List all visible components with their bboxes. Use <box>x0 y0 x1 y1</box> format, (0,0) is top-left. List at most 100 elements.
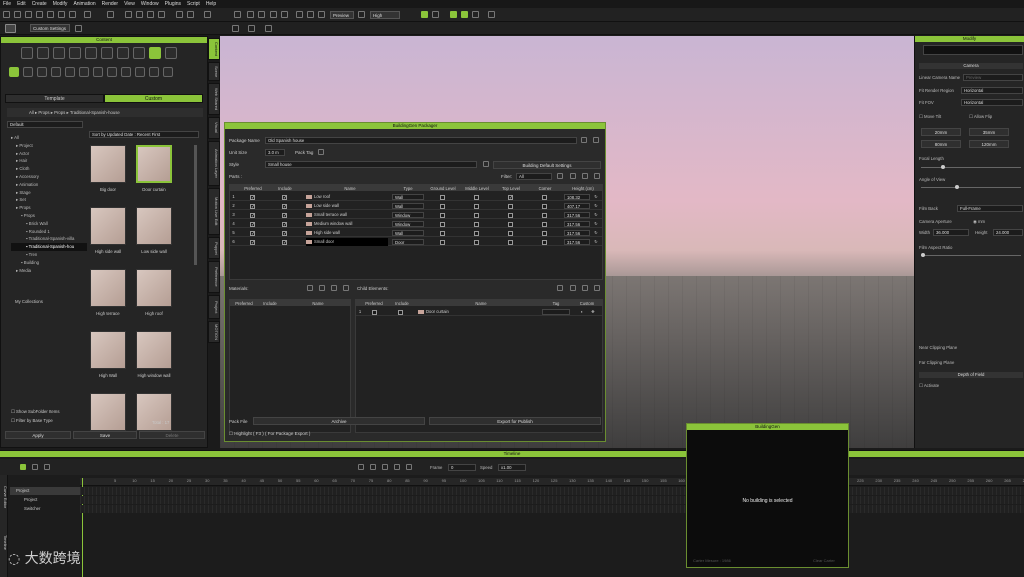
prev-frame-icon[interactable] <box>382 464 388 470</box>
menu-view[interactable]: View <box>124 1 135 7</box>
loop-icon[interactable] <box>406 464 412 470</box>
parts-filter-select[interactable]: All <box>516 173 552 180</box>
track-project-header[interactable]: Project <box>10 487 80 495</box>
building-icon[interactable] <box>9 67 19 77</box>
tree-item[interactable]: ▸ Hair <box>11 157 87 165</box>
save-button[interactable]: Save <box>73 431 137 439</box>
top-checkbox[interactable] <box>508 194 513 202</box>
curve-editor-tab[interactable]: Curve Editor <box>0 477 8 517</box>
style-select[interactable]: Small house <box>265 161 477 168</box>
corner-checkbox[interactable] <box>542 213 547 218</box>
timeline-ruler[interactable]: 5 10 15 20 25 30 35 40 45 50 55 60 65 70 75 80 85 90 95 100… <box>80 478 1024 486</box>
middle-checkbox[interactable] <box>474 213 479 218</box>
zoom-icon[interactable] <box>187 11 194 18</box>
fx-icon[interactable] <box>296 11 303 18</box>
sky-icon[interactable] <box>318 11 325 18</box>
part-type-select[interactable]: Wall <box>392 230 424 236</box>
include-checkbox[interactable] <box>282 230 287 238</box>
lens-120mm-button[interactable]: 120mm <box>969 140 1009 148</box>
tree-item[interactable]: ▸ Media <box>11 267 87 275</box>
tree-item[interactable]: ▪ Tren <box>11 251 87 259</box>
top-checkbox[interactable] <box>508 231 513 236</box>
grid-icon[interactable] <box>234 11 241 18</box>
sub-e-icon[interactable] <box>93 67 103 77</box>
tree-item[interactable]: ▸ Props <box>11 204 87 212</box>
props-icon[interactable] <box>149 47 161 59</box>
fit-fov-select[interactable]: Horizontal <box>961 99 1023 106</box>
camera-icon[interactable] <box>176 11 183 18</box>
part-type-select[interactable]: Wall <box>392 194 424 200</box>
tree-item[interactable]: ▸ Cloth <box>11 165 87 173</box>
include-checkbox[interactable] <box>282 221 287 229</box>
sub-d-icon[interactable] <box>79 67 89 77</box>
ground-checkbox[interactable] <box>440 213 445 218</box>
avatar-icon[interactable] <box>53 47 65 59</box>
fit-region-select[interactable]: Horizontal <box>961 87 1023 94</box>
parts-row[interactable]: 6 Small door Door 317.56↻ <box>230 238 602 247</box>
pivot-icon[interactable] <box>265 25 272 32</box>
sub-g-icon[interactable] <box>121 67 131 77</box>
package-name-input[interactable]: Old Spanish house <box>265 137 577 144</box>
tag-icon[interactable] <box>318 149 324 155</box>
export-for-publish-button[interactable]: Export for Publish <box>429 417 601 425</box>
clip-icon[interactable] <box>44 464 50 470</box>
tree-item[interactable]: ▸ Actor <box>11 150 87 158</box>
building-default-settings-button[interactable]: Building Default Settings <box>493 161 601 169</box>
content-thumbnail[interactable] <box>90 393 126 431</box>
export-icon[interactable] <box>47 11 54 18</box>
top-checkbox[interactable] <box>508 213 513 218</box>
realtime-icon[interactable] <box>432 11 439 18</box>
filter-select[interactable]: Default <box>7 121 83 128</box>
mat-delete-icon[interactable] <box>343 285 349 291</box>
film-back-select[interactable]: Full-Frame <box>957 205 1023 212</box>
middle-checkbox[interactable] <box>474 240 479 245</box>
menu-help[interactable]: Help <box>206 1 216 7</box>
track-switcher[interactable]: Switcher <box>10 505 80 513</box>
angle-of-view-slider[interactable] <box>921 185 1021 189</box>
settings-icon[interactable] <box>472 11 479 18</box>
child-tag-select[interactable] <box>542 309 570 315</box>
gi-icon[interactable] <box>450 11 457 18</box>
part-height-input[interactable]: 108.32 <box>564 194 590 200</box>
filter-base-checkbox[interactable]: ☐ Filter by Base Type <box>11 418 53 424</box>
menu-render[interactable]: Render <box>102 1 118 7</box>
tree-item[interactable]: ▪ Traditional-Spanish-hou <box>11 243 87 251</box>
part-height-input[interactable]: 317.56 <box>564 230 590 236</box>
copy-part-icon[interactable] <box>557 173 563 179</box>
snap-icon[interactable] <box>248 25 255 32</box>
child-duplicate-icon[interactable] <box>570 285 576 291</box>
timeline-toggle-icon[interactable] <box>20 464 26 470</box>
apply-button[interactable]: Apply <box>5 431 71 439</box>
tree-item[interactable]: ▪ Brick Wall <box>11 220 87 228</box>
shadow-icon[interactable] <box>258 11 265 18</box>
activate-checkbox[interactable]: ☐ Activate <box>919 383 939 389</box>
tab-template[interactable]: Template <box>5 94 104 103</box>
display-icon[interactable] <box>204 11 211 18</box>
middle-checkbox[interactable] <box>474 204 479 209</box>
part-type-select[interactable]: Window <box>392 221 424 227</box>
workspace-select[interactable]: Custom Settings <box>30 24 70 32</box>
set-icon[interactable] <box>133 47 145 59</box>
align-icon[interactable] <box>232 25 239 32</box>
include-checkbox[interactable] <box>282 239 287 247</box>
tab-custom[interactable]: Custom <box>104 94 203 103</box>
wireframe-icon[interactable] <box>270 11 277 18</box>
child-add-icon[interactable] <box>582 285 588 291</box>
include-checkbox[interactable] <box>282 194 287 202</box>
part-height-input[interactable]: 317.56 <box>564 239 590 245</box>
middle-checkbox[interactable] <box>474 222 479 227</box>
focal-length-knob[interactable] <box>941 165 945 169</box>
child-move-icon[interactable]: ✥ <box>589 308 597 316</box>
side-tab[interactable]: Project <box>208 294 220 319</box>
content-thumbnail[interactable] <box>136 331 172 369</box>
parts-row[interactable]: 2 Low side wall Wall 407.17↻ <box>230 202 602 211</box>
open-icon[interactable] <box>14 11 21 18</box>
breadcrumb-folder[interactable]: Traditional-Spanish-house <box>70 110 120 115</box>
corner-checkbox[interactable] <box>542 240 547 245</box>
sort-select[interactable]: Sort by Updated Date : Recent First <box>89 131 199 138</box>
clear-carter-button[interactable]: Clear Carter <box>813 558 835 563</box>
unit-size-input[interactable]: 3.0 m <box>265 149 285 156</box>
content-thumbnail[interactable] <box>136 269 172 307</box>
object-name-field[interactable] <box>923 45 1023 55</box>
focal-length-slider[interactable] <box>921 165 1021 169</box>
